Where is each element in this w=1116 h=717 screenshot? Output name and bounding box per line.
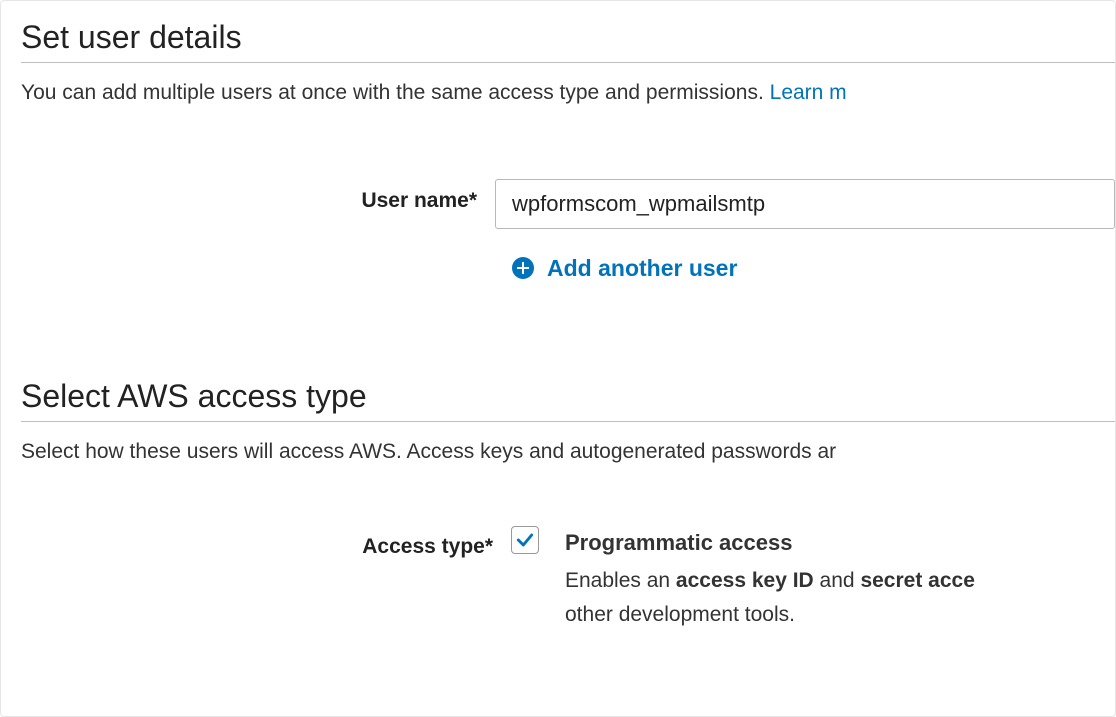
programmatic-access-checkbox[interactable] bbox=[511, 526, 539, 554]
username-label: User name* bbox=[21, 179, 495, 213]
access-type-label: Access type* bbox=[21, 525, 511, 559]
username-input[interactable] bbox=[495, 179, 1115, 229]
access-type-option: Programmatic access Enables an access ke… bbox=[511, 525, 975, 631]
add-another-user-button[interactable]: Add another user bbox=[511, 255, 1115, 282]
programmatic-access-title: Programmatic access bbox=[565, 525, 975, 560]
programmatic-access-option: Programmatic access Enables an access ke… bbox=[565, 525, 975, 631]
divider bbox=[21, 421, 1115, 422]
section-title-access-type: Select AWS access type bbox=[21, 378, 1115, 415]
divider bbox=[21, 62, 1115, 63]
plus-circle-icon bbox=[511, 256, 535, 280]
programmatic-desc-line2: other development tools. bbox=[565, 603, 795, 626]
section-title-user-details: Set user details bbox=[21, 19, 1115, 56]
checkmark-icon bbox=[515, 530, 535, 550]
access-type-row: Access type* Programmatic access Enables… bbox=[21, 525, 1115, 631]
add-another-user-label: Add another user bbox=[547, 255, 737, 282]
section-desc-user-details: You can add multiple users at once with … bbox=[21, 77, 1115, 109]
username-field-wrap bbox=[495, 179, 1115, 229]
programmatic-desc-pre: Enables an bbox=[565, 569, 676, 592]
username-row: User name* bbox=[21, 179, 1115, 229]
user-details-desc-text: You can add multiple users at once with … bbox=[21, 81, 764, 104]
learn-more-link[interactable]: Learn m bbox=[770, 81, 847, 104]
section-desc-access-type: Select how these users will access AWS. … bbox=[21, 436, 1115, 468]
secret-access-text: secret acce bbox=[860, 569, 974, 592]
programmatic-desc-mid: and bbox=[814, 569, 861, 592]
access-key-id-text: access key ID bbox=[676, 569, 814, 592]
